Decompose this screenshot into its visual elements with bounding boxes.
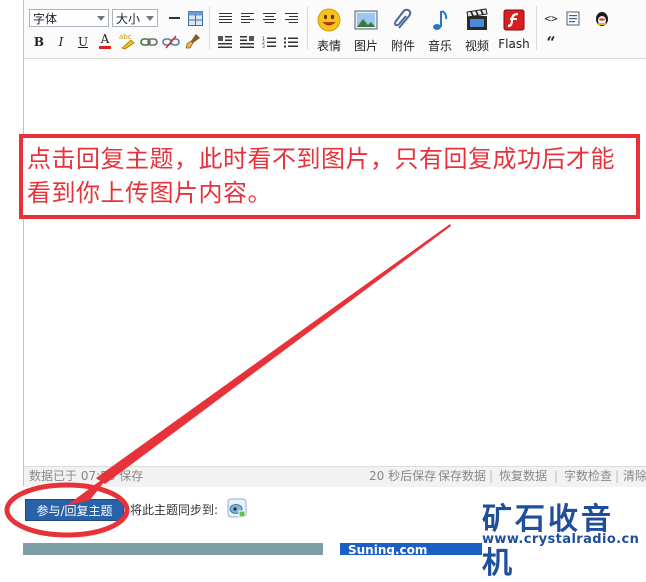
highlight-circle [4,482,130,538]
annotation-overlay [4,224,451,538]
arrow-shaft [96,224,451,484]
